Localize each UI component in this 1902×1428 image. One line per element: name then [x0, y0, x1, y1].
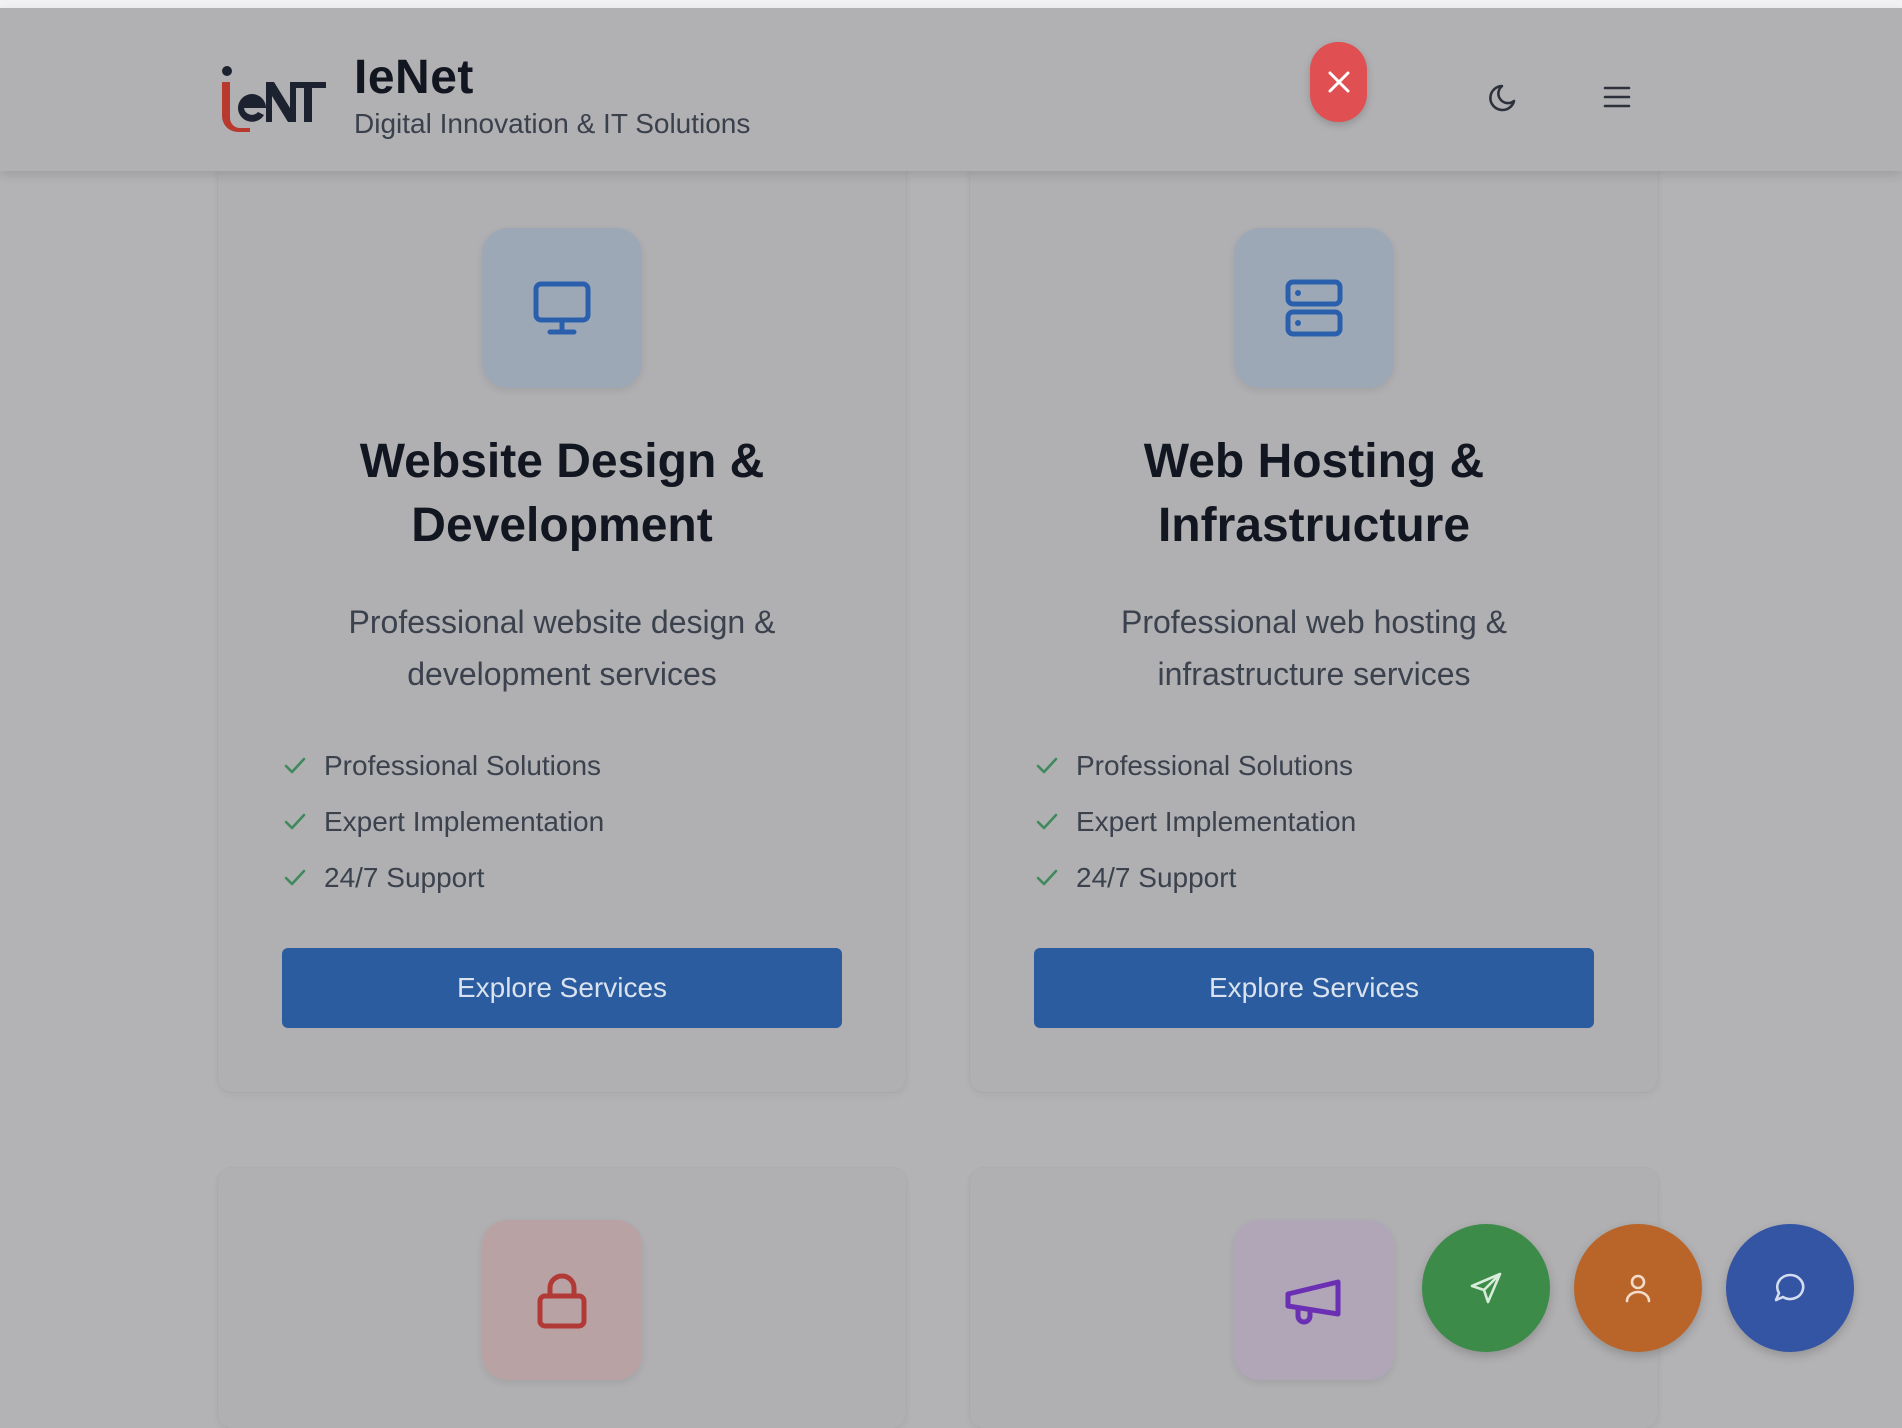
- send-icon: [1470, 1272, 1502, 1304]
- feature-label: Expert Implementation: [1076, 806, 1357, 837]
- user-account-button[interactable]: [1574, 1224, 1702, 1352]
- server-icon: [1285, 279, 1343, 337]
- check-icon: [284, 813, 306, 830]
- feature-item: 24/7 Support: [1034, 850, 1356, 906]
- service-card-website-design: Website Design & Development Professiona…: [218, 150, 906, 1092]
- explore-services-button[interactable]: Explore Services: [282, 948, 842, 1028]
- check-icon: [1036, 813, 1058, 830]
- megaphone-icon: [1285, 1279, 1341, 1325]
- check-icon: [284, 869, 306, 886]
- chat-button[interactable]: [1726, 1224, 1854, 1352]
- lock-icon: [537, 1273, 587, 1329]
- site-header: IeNet Digital Innovation & IT Solutions: [0, 8, 1902, 171]
- feature-list: Professional Solutions Expert Implementa…: [282, 738, 604, 906]
- feature-label: 24/7 Support: [324, 862, 485, 893]
- service-icon-tile: [482, 1220, 642, 1380]
- service-card-marketing: [970, 1168, 1658, 1428]
- close-button[interactable]: [1310, 42, 1367, 122]
- service-icon-tile: [482, 228, 642, 388]
- feature-item: Expert Implementation: [1034, 794, 1356, 850]
- check-icon: [284, 757, 306, 774]
- feature-item: Expert Implementation: [282, 794, 604, 850]
- feature-label: 24/7 Support: [1076, 862, 1237, 893]
- moon-icon[interactable]: [1488, 80, 1522, 114]
- close-icon: [1328, 71, 1349, 93]
- service-card-web-hosting: Web Hosting & Infrastructure Professiona…: [970, 150, 1658, 1092]
- service-icon-tile: [1234, 228, 1394, 388]
- feature-list: Professional Solutions Expert Implementa…: [1034, 738, 1356, 906]
- brand-tagline: Digital Innovation & IT Solutions: [354, 108, 751, 139]
- user-icon: [1625, 1274, 1651, 1303]
- service-description: Professional website design & developmen…: [348, 604, 776, 692]
- feature-label: Professional Solutions: [324, 750, 602, 781]
- menu-icon[interactable]: [1602, 82, 1632, 112]
- service-icon-tile: [1234, 1220, 1394, 1380]
- service-card-security: [218, 1168, 906, 1428]
- explore-services-button[interactable]: Explore Services: [1034, 948, 1594, 1028]
- check-icon: [1036, 869, 1058, 886]
- service-description: Professional web hosting & infrastructur…: [1121, 604, 1507, 692]
- service-title: Website Design & Development: [359, 435, 765, 552]
- feature-item: Professional Solutions: [1034, 738, 1356, 794]
- page-top-edge: [0, 0, 1902, 8]
- feature-label: Expert Implementation: [324, 806, 605, 837]
- check-icon: [1036, 757, 1058, 774]
- feature-item: 24/7 Support: [282, 850, 604, 906]
- service-title: Web Hosting & Infrastructure: [1143, 435, 1485, 552]
- feature-item: Professional Solutions: [282, 738, 604, 794]
- send-message-button[interactable]: [1422, 1224, 1550, 1352]
- ienet-logo[interactable]: [220, 64, 328, 132]
- feature-label: Professional Solutions: [1076, 750, 1354, 781]
- brand-name[interactable]: IeNet: [354, 50, 474, 105]
- monitor-icon: [533, 281, 591, 335]
- chat-icon: [1774, 1273, 1805, 1302]
